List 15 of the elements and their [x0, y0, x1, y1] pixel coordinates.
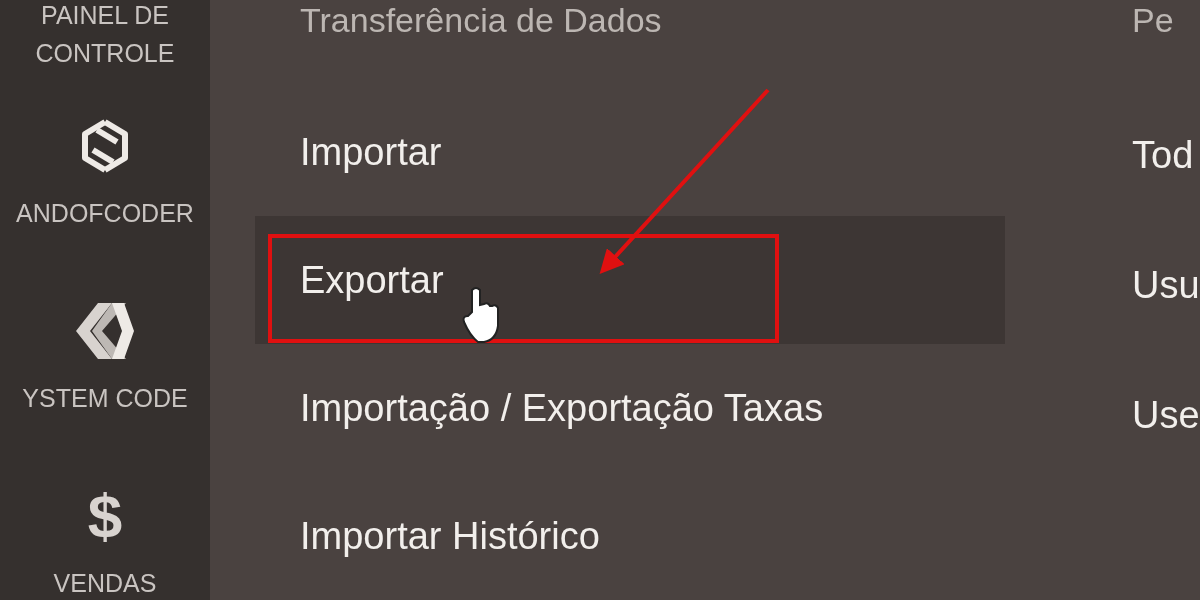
menu-link[interactable]: Tod [1132, 133, 1194, 177]
dollar-icon: $ [87, 486, 123, 546]
menu-link[interactable]: Usu [1132, 263, 1200, 307]
menu-link[interactable]: Importar [300, 130, 442, 174]
menu-link[interactable]: Exportar [300, 258, 444, 302]
menu-link[interactable]: Importar Histórico [300, 514, 600, 558]
menu-link[interactable]: Use [1132, 393, 1200, 437]
hand-cursor-icon [462, 287, 499, 343]
menu-link[interactable]: Importação / Exportação Taxas [300, 386, 824, 430]
sidebar-item[interactable]: ANDOFCODER [16, 198, 194, 228]
section-heading: Transferência de Dados [299, 0, 663, 41]
section-heading: Pe [1132, 0, 1175, 41]
sidebar-item[interactable]: YSTEM CODE [22, 383, 188, 413]
sidebar-item[interactable]: VENDAS [53, 568, 157, 598]
sidebar-item[interactable]: PAINEL DE CONTROLE [10, 0, 200, 72]
